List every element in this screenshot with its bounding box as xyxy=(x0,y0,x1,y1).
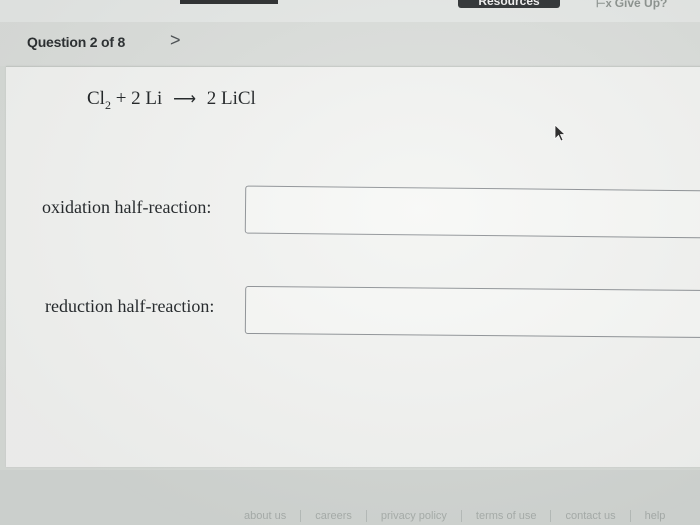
chemical-equation: Cl2 + 2 Li ⟶ 2 LiCl xyxy=(87,88,256,113)
resources-button[interactable]: Resources xyxy=(458,0,560,8)
footer-links: about us careers privacy policy terms of… xyxy=(230,510,700,522)
equation-reactant-1: Cl xyxy=(87,88,105,109)
reduction-label: reduction half-reaction: xyxy=(45,296,215,316)
equation-subscript: 2 xyxy=(104,97,111,112)
oxidation-label: oxidation half-reaction: xyxy=(42,197,212,217)
chevron-right-icon[interactable]: > xyxy=(170,30,181,51)
footer-link-about[interactable]: about us xyxy=(230,510,300,522)
footer-link-contact[interactable]: contact us xyxy=(550,510,629,522)
question-header: Question 2 of 8 > xyxy=(0,22,700,66)
give-up-label: Give Up? xyxy=(614,0,668,10)
footer: about us careers privacy policy terms of… xyxy=(0,470,700,525)
reaction-arrow-icon: ⟶ xyxy=(173,91,196,108)
footer-link-help[interactable]: help xyxy=(629,510,680,522)
top-bar: Resources ⊢x Give Up? xyxy=(0,0,700,22)
footer-link-careers[interactable]: careers xyxy=(300,510,366,522)
footer-link-terms[interactable]: terms of use xyxy=(460,510,551,522)
mouse-cursor-icon xyxy=(554,124,567,142)
give-up-button[interactable]: ⊢x Give Up? xyxy=(596,0,700,12)
equation-product: 2 LiCl xyxy=(206,88,256,109)
footer-link-privacy[interactable]: privacy policy xyxy=(365,510,461,522)
equation-reactant-2: + 2 Li xyxy=(115,88,163,109)
question-counter: Question 2 of 8 xyxy=(27,34,126,50)
toolbar-edge xyxy=(180,0,278,4)
x-icon: ⊢x xyxy=(596,0,612,10)
question-card xyxy=(6,66,700,467)
reduction-input[interactable] xyxy=(244,285,700,339)
oxidation-input[interactable] xyxy=(244,185,700,239)
